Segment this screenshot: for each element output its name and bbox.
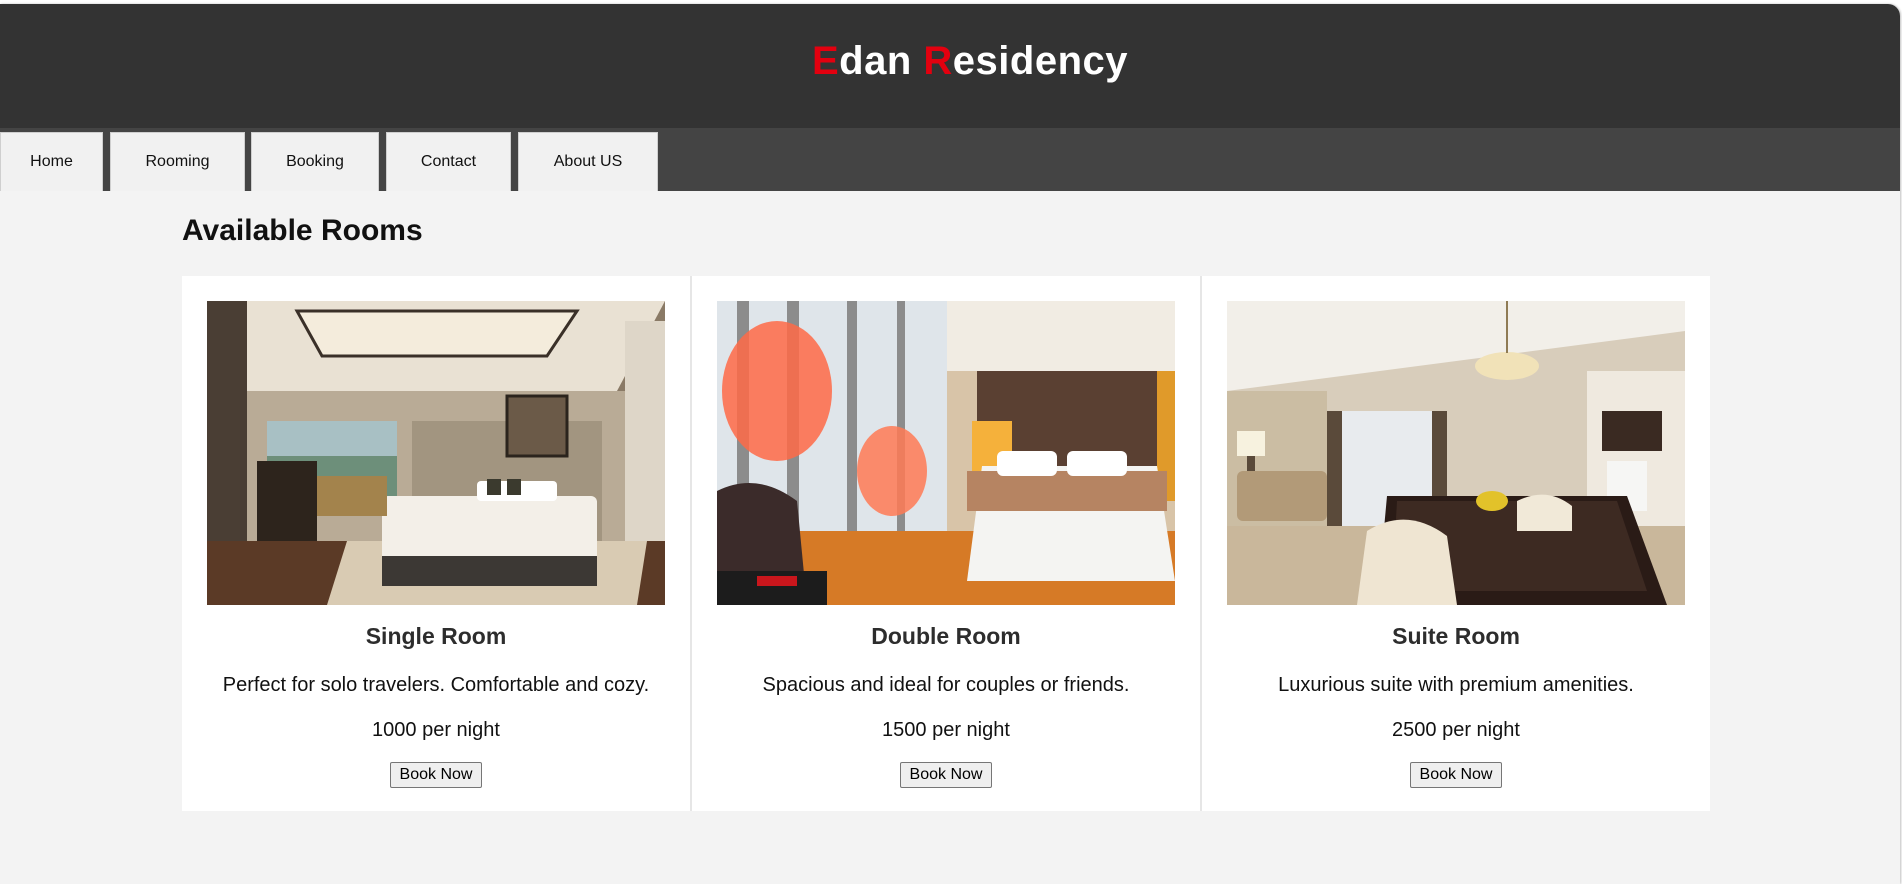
room-image-suite bbox=[1227, 301, 1685, 605]
brand-initial-e: E bbox=[811, 38, 840, 83]
page-title: Available Rooms bbox=[182, 214, 423, 247]
room-name: Double Room bbox=[871, 623, 1021, 649]
room-price: 2500 per night bbox=[1392, 719, 1520, 741]
brand-text-dan: dan bbox=[839, 38, 924, 83]
brand-initial-r: R bbox=[923, 38, 953, 83]
room-description: Spacious and ideal for couples or friend… bbox=[762, 674, 1130, 696]
rooms-grid: Single Room Perfect for solo travelers. … bbox=[182, 276, 1710, 811]
room-price: 1000 per night bbox=[372, 719, 500, 741]
room-image-double bbox=[717, 301, 1175, 605]
brand-text-esidency: esidency bbox=[952, 38, 1129, 83]
room-description: Perfect for solo travelers. Comfortable … bbox=[222, 674, 650, 696]
nav-about-us[interactable]: About US bbox=[518, 132, 658, 191]
site-logo[interactable]: Edan Residency bbox=[812, 39, 1128, 84]
nav-home[interactable]: Home bbox=[0, 132, 103, 191]
book-now-button-double[interactable]: Book Now bbox=[899, 762, 993, 788]
room-price: 1500 per night bbox=[882, 719, 1010, 741]
room-name: Suite Room bbox=[1392, 623, 1520, 649]
book-now-button-suite[interactable]: Book Now bbox=[1409, 762, 1503, 788]
nav-contact[interactable]: Contact bbox=[386, 132, 511, 191]
site-header: Edan Residency bbox=[0, 4, 1900, 128]
book-now-button-single[interactable]: Book Now bbox=[389, 762, 483, 788]
room-card-suite: Suite Room Luxurious suite with premium … bbox=[1202, 276, 1710, 811]
room-description: Luxurious suite with premium amenities. bbox=[1278, 674, 1634, 696]
room-card-double: Double Room Spacious and ideal for coupl… bbox=[692, 276, 1200, 811]
nav-booking[interactable]: Booking bbox=[251, 132, 379, 191]
nav-rooming[interactable]: Rooming bbox=[110, 132, 245, 191]
room-name: Single Room bbox=[365, 623, 507, 649]
browser-window: Edan Residency Home Rooming Booking Cont… bbox=[0, 4, 1900, 884]
room-card-single: Single Room Perfect for solo travelers. … bbox=[182, 276, 690, 811]
room-image-single bbox=[207, 301, 665, 605]
main-nav: Home Rooming Booking Contact About US bbox=[0, 128, 1900, 191]
